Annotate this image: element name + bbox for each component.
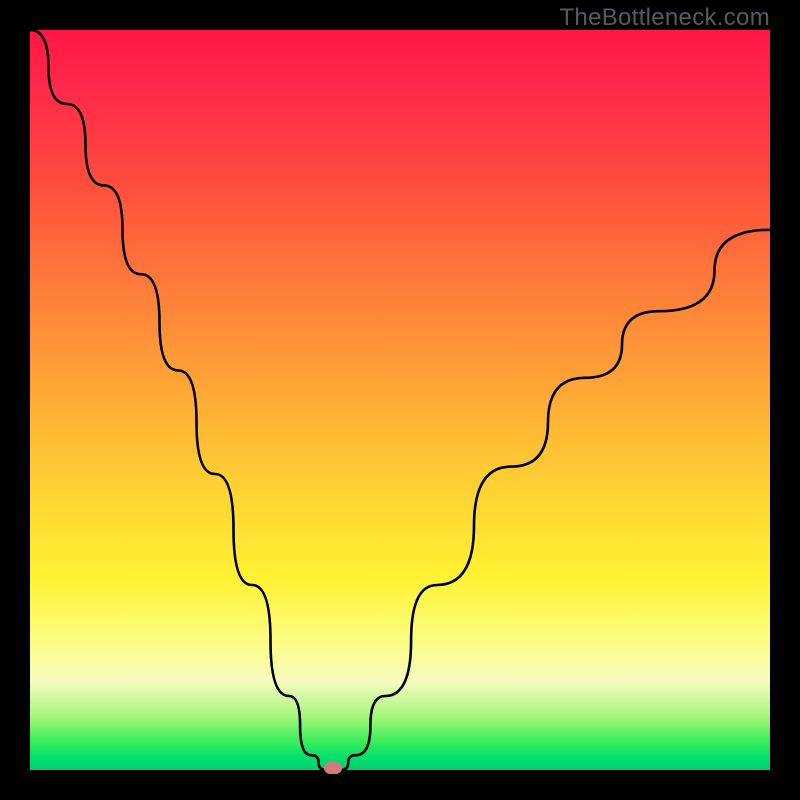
minimum-marker: [324, 762, 342, 774]
chart-frame: TheBottleneck.com: [0, 0, 800, 800]
watermark-text: TheBottleneck.com: [559, 4, 770, 32]
plot-area: [30, 30, 770, 770]
bottleneck-curve: [30, 30, 770, 770]
